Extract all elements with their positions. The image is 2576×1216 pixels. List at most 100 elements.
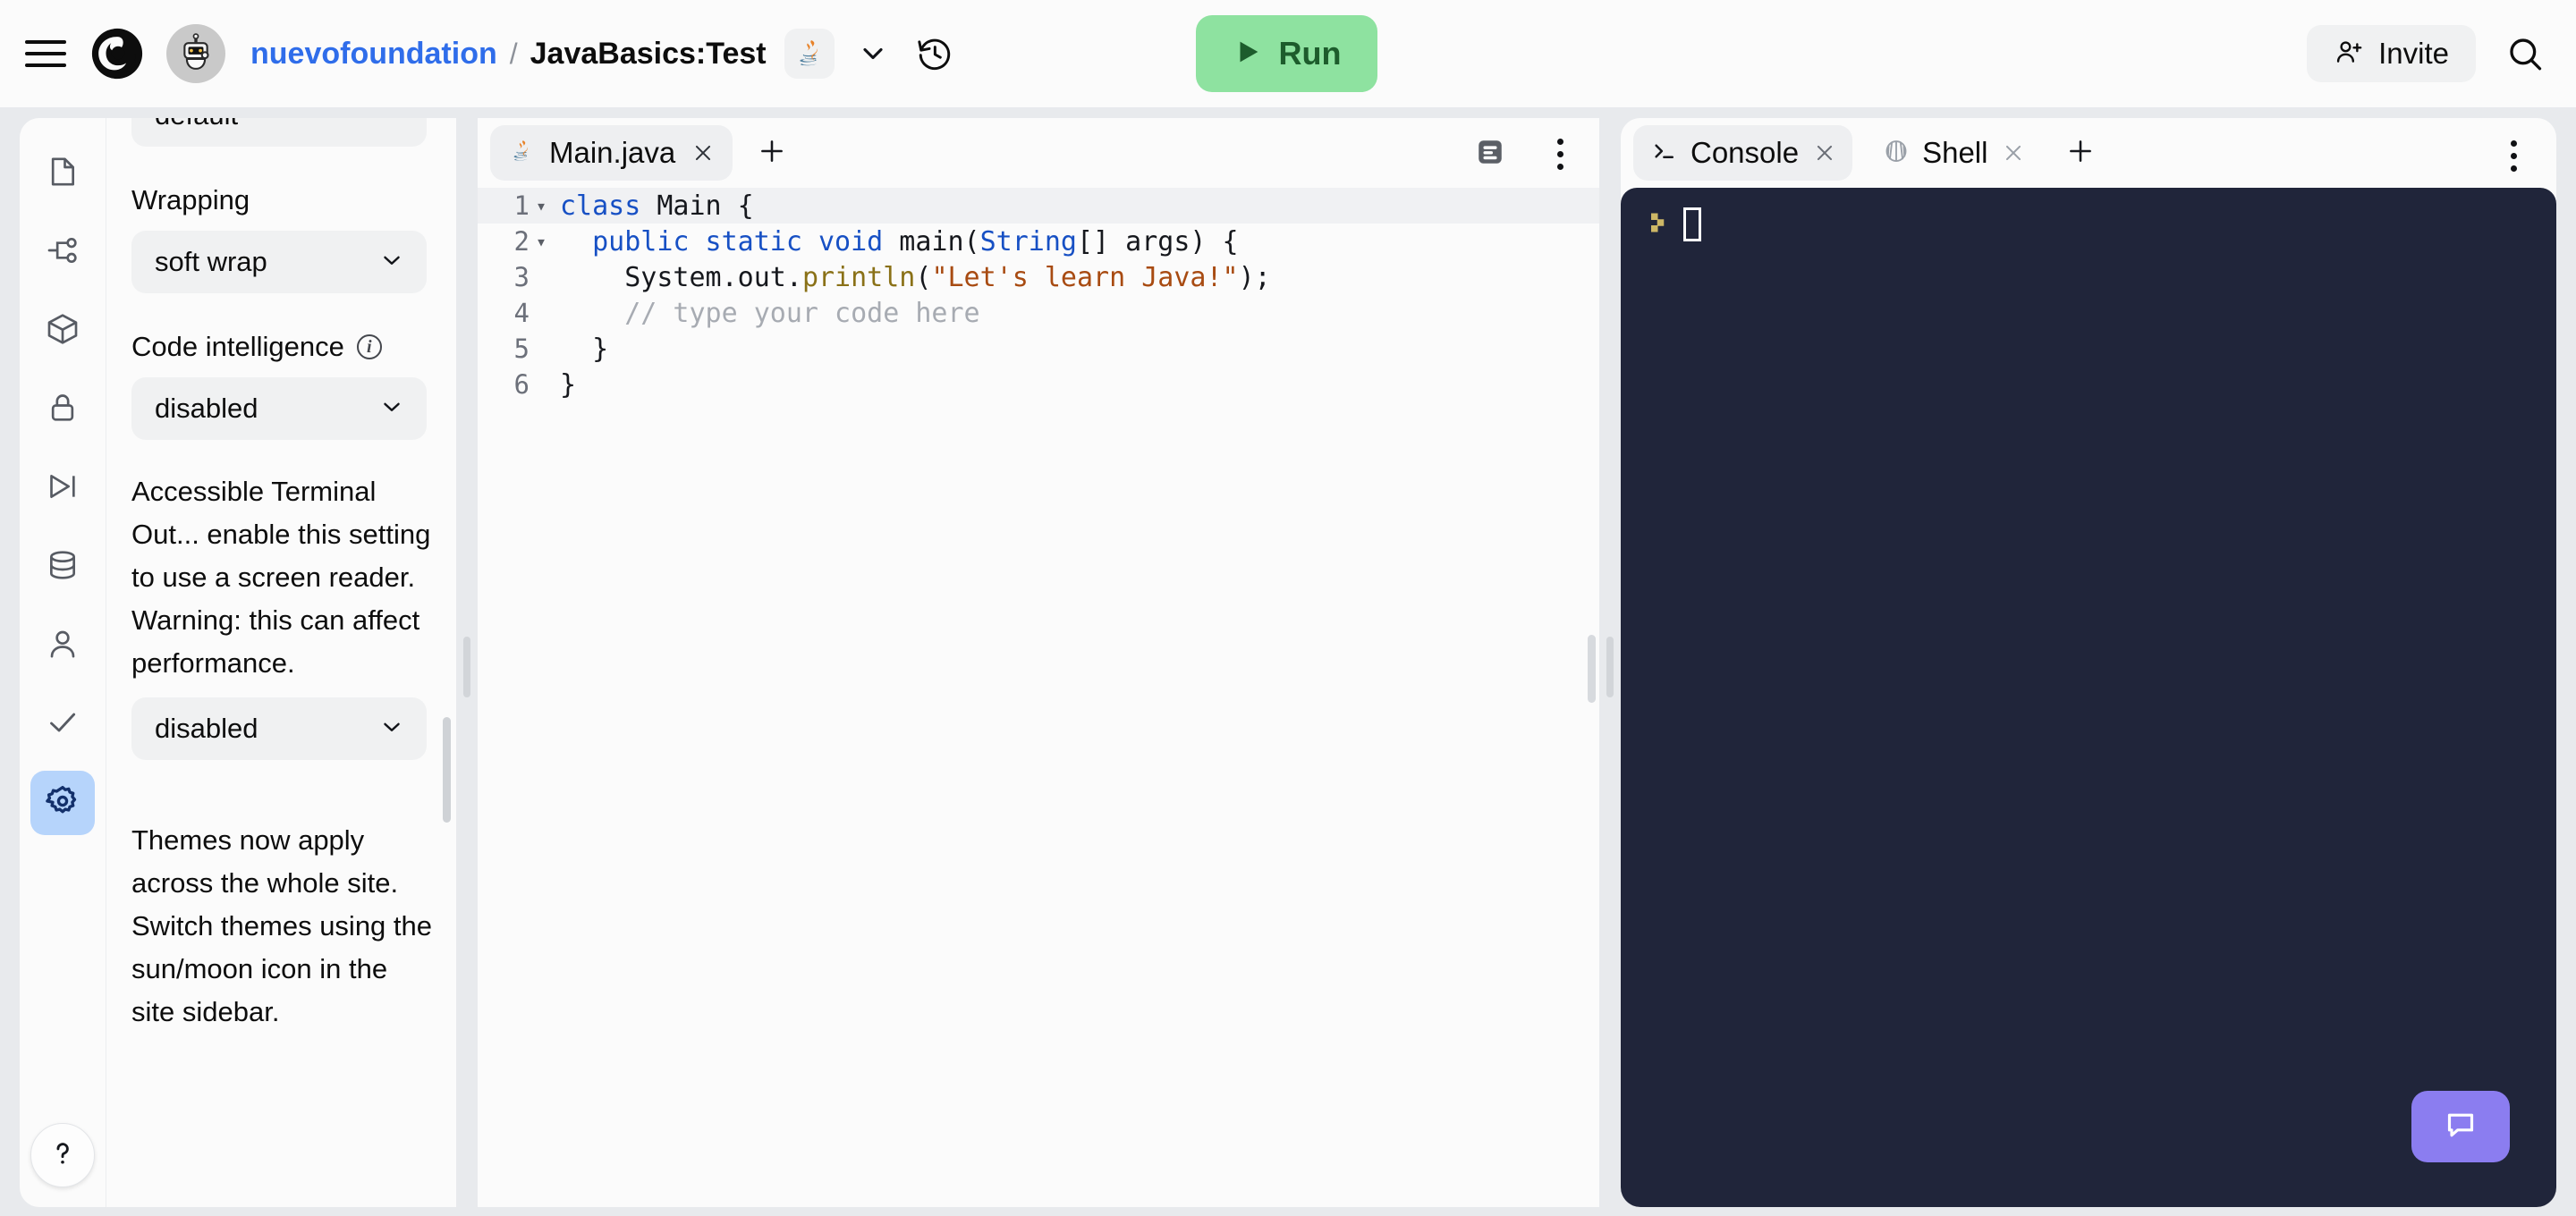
console-tab-label: Console bbox=[1690, 136, 1800, 169]
code-intelligence-label-text: Code intelligence bbox=[131, 331, 344, 362]
code-line[interactable]: 6} bbox=[478, 367, 1599, 402]
settings-scrollbar[interactable] bbox=[443, 717, 451, 823]
tool-rail bbox=[20, 118, 106, 1207]
editor-actions bbox=[1467, 131, 1583, 177]
fold-arrow-icon[interactable]: ▾ bbox=[530, 231, 553, 252]
editor-tab-label: Main.java bbox=[549, 136, 676, 169]
format-document-button[interactable] bbox=[1467, 131, 1513, 177]
code-line[interactable]: 3 System.out.println("Let's learn Java!"… bbox=[478, 259, 1599, 295]
sidebar-item-files[interactable] bbox=[30, 141, 95, 206]
invite-button-label: Invite bbox=[2378, 37, 2449, 70]
help-button[interactable] bbox=[30, 1123, 95, 1187]
database-icon bbox=[45, 547, 80, 587]
themes-note: Themes now apply across the whole site. … bbox=[131, 824, 433, 1028]
settings-panel: default Wrapping soft wrap Code intellig… bbox=[106, 118, 456, 1207]
user-plus-icon bbox=[2334, 37, 2364, 72]
accessible-terminal-select[interactable]: disabled bbox=[131, 697, 427, 761]
accessible-terminal-select-value: disabled bbox=[155, 713, 258, 745]
divider-grab-handle[interactable] bbox=[1606, 637, 1614, 697]
panel-divider-left[interactable] bbox=[456, 118, 478, 1207]
line-number: 5 bbox=[513, 334, 530, 364]
tab-shell[interactable]: Shell bbox=[1865, 125, 2041, 181]
cube-package-icon bbox=[45, 311, 80, 351]
java-icon[interactable] bbox=[784, 29, 835, 79]
new-editor-tab-button[interactable] bbox=[747, 128, 797, 178]
panel-divider-right[interactable] bbox=[1599, 118, 1621, 1207]
fold-arrow-icon[interactable]: ▾ bbox=[530, 195, 553, 216]
sidebar-item-authentication[interactable] bbox=[30, 613, 95, 678]
breadcrumb: nuevofoundation / JavaBasics:Test bbox=[250, 37, 767, 72]
new-console-tab-button[interactable] bbox=[2055, 128, 2106, 178]
chevron-down-icon bbox=[378, 714, 405, 745]
editor-tab-bar: Main.java bbox=[478, 118, 1599, 188]
wrapping-select[interactable]: soft wrap bbox=[131, 231, 427, 293]
run-button-label: Run bbox=[1278, 35, 1342, 72]
play-icon bbox=[1233, 37, 1263, 72]
theme-select-value: default bbox=[155, 118, 238, 131]
invite-button[interactable]: Invite bbox=[2307, 25, 2476, 82]
user-icon bbox=[45, 626, 80, 666]
sidebar-item-database[interactable] bbox=[30, 535, 95, 599]
sidebar-item-packages[interactable] bbox=[30, 299, 95, 363]
code-line[interactable]: 2 ▾ public static void main(String[] args… bbox=[478, 224, 1599, 259]
line-number: 3 bbox=[513, 262, 530, 292]
code-text: System.out.println("Let's learn Java!"); bbox=[560, 261, 1271, 293]
chat-button[interactable] bbox=[2411, 1091, 2510, 1162]
top-bar: nuevofoundation / JavaBasics:Test Run In… bbox=[0, 0, 2576, 107]
editor-scrollbar[interactable] bbox=[1588, 635, 1596, 703]
workspace: default Wrapping soft wrap Code intellig… bbox=[0, 107, 2576, 1216]
wrapping-label: Wrapping bbox=[131, 184, 432, 216]
java-icon bbox=[508, 138, 535, 169]
breadcrumb-owner[interactable]: nuevofoundation bbox=[250, 37, 497, 72]
code-intelligence-label: Code intelligence i bbox=[131, 331, 432, 363]
sidebar-item-version-control[interactable] bbox=[30, 220, 95, 284]
sidebar-item-deployments[interactable] bbox=[30, 456, 95, 520]
more-vertical-icon bbox=[2510, 139, 2517, 172]
theme-select[interactable]: default bbox=[131, 118, 427, 147]
info-icon[interactable]: i bbox=[356, 334, 382, 359]
tab-console[interactable]: Console bbox=[1633, 125, 1853, 181]
code-text: public static void main(String[] args) { bbox=[592, 225, 1239, 258]
line-number: 4 bbox=[513, 298, 530, 328]
sidebar-item-checks[interactable] bbox=[30, 692, 95, 756]
code-intelligence-select[interactable]: disabled bbox=[131, 377, 427, 440]
checkmark-icon bbox=[45, 705, 80, 745]
breadcrumb-repl-name[interactable]: JavaBasics:Test bbox=[530, 37, 767, 72]
code-editor[interactable]: 1 ▾ class Main {2 ▾ public static void main… bbox=[478, 188, 1599, 1207]
question-mark-icon bbox=[47, 1137, 79, 1174]
close-icon[interactable] bbox=[1811, 139, 1838, 166]
wrapping-label-text: Wrapping bbox=[131, 184, 250, 215]
line-number: 1 bbox=[513, 190, 530, 221]
gear-icon bbox=[44, 782, 81, 824]
line-number: 2 bbox=[513, 226, 530, 257]
console-more-menu-button[interactable] bbox=[2492, 134, 2535, 177]
code-line[interactable]: 1 ▾ class Main { bbox=[478, 188, 1599, 224]
plus-icon bbox=[2065, 136, 2096, 171]
run-button[interactable]: Run bbox=[1196, 15, 1377, 92]
search-icon[interactable] bbox=[2497, 27, 2553, 82]
play-to-end-icon bbox=[45, 469, 80, 509]
chevron-down-icon bbox=[378, 393, 405, 425]
sidebar-item-settings[interactable] bbox=[30, 771, 95, 835]
close-icon[interactable] bbox=[690, 139, 716, 166]
console-output[interactable] bbox=[1621, 188, 2556, 1207]
code-line[interactable]: 4 // type your code here bbox=[478, 295, 1599, 331]
chat-bubble-icon bbox=[2443, 1107, 2479, 1147]
history-clock-icon[interactable] bbox=[910, 29, 960, 79]
chevron-down-icon[interactable] bbox=[849, 30, 897, 78]
robot-avatar-icon[interactable] bbox=[166, 24, 225, 83]
file-icon bbox=[45, 154, 80, 194]
divider-grab-handle[interactable] bbox=[463, 637, 470, 697]
editor-tab-main-java[interactable]: Main.java bbox=[490, 125, 733, 181]
git-branch-icon bbox=[45, 232, 80, 273]
replit-logo-icon[interactable] bbox=[89, 26, 145, 81]
code-line[interactable]: 5 } bbox=[478, 331, 1599, 367]
code-text: // type your code here bbox=[560, 297, 980, 329]
hamburger-menu-icon[interactable] bbox=[25, 33, 66, 74]
sidebar-item-secrets[interactable] bbox=[30, 377, 95, 442]
editor-more-menu-button[interactable] bbox=[1537, 131, 1583, 177]
console-cursor bbox=[1683, 207, 1701, 241]
more-vertical-icon bbox=[1556, 138, 1563, 170]
close-icon[interactable] bbox=[2000, 139, 2027, 166]
code-text: class Main { bbox=[560, 190, 754, 222]
